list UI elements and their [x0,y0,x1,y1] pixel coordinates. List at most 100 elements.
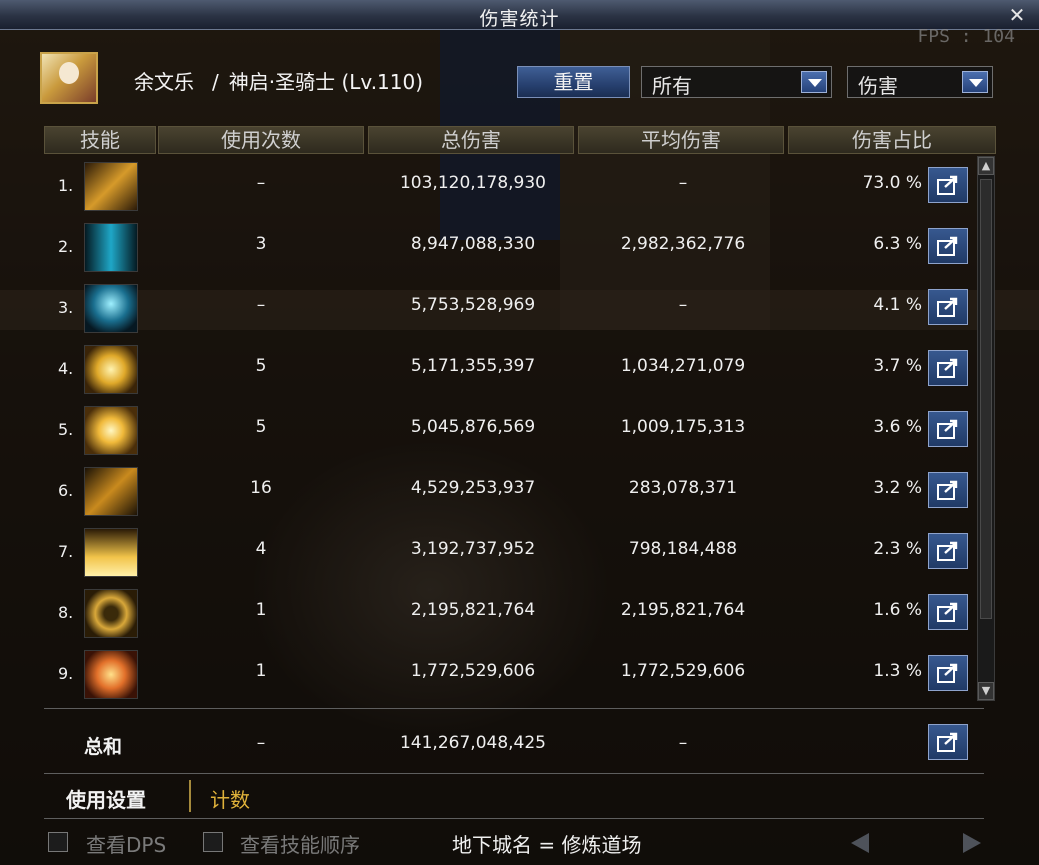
table-row: 5. 5 5,045,876,569 1,009,175,313 3.6 % [44,400,974,461]
holy-cross-skill-icon [84,406,138,455]
use-count: 1 [255,661,267,681]
next-arrow-icon[interactable] [955,830,989,856]
total-damage: 3,192,737,952 [410,539,536,559]
damage-share: 1.3 % [873,661,922,681]
avg-damage: 1,034,271,079 [620,356,746,376]
reset-button[interactable]: 重置 [517,66,630,98]
column-header-count[interactable]: 使用次数 [158,126,364,154]
share-icon[interactable] [928,472,968,508]
table-row: 7. 4 3,192,737,952 798,184,488 2.3 % [44,522,974,583]
golden-shield-skill-icon [84,589,138,638]
scroll-thumb[interactable] [980,179,992,619]
row-index: 9. [58,664,74,683]
damage-share: 3.6 % [873,417,922,437]
column-header-skill[interactable]: 技能 [44,126,156,154]
total-damage: 5,045,876,569 [410,417,536,437]
row-index: 5. [58,420,74,439]
avatar [40,52,98,104]
tab-usage-settings[interactable]: 使用设置 [66,784,146,813]
divider [44,773,984,774]
damage-share: 6.3 % [873,234,922,254]
blue-lightning-skill-icon [84,284,138,333]
metric-dropdown[interactable]: 伤害 [847,66,993,98]
share-icon[interactable] [928,533,968,569]
window-title: 伤害统计 [479,8,560,30]
view-skill-order-checkbox[interactable] [203,832,223,852]
row-index: 2. [58,237,74,256]
row-index: 8. [58,603,74,622]
table-row: 4. 5 5,171,355,397 1,034,271,079 3.7 % [44,339,974,400]
total-damage: 5,171,355,397 [410,356,536,376]
damage-share: 3.2 % [873,478,922,498]
table-row: 3. – 5,753,528,969 – 4.1 % [44,278,974,339]
total-count: – [256,733,266,753]
prev-arrow-icon[interactable] [845,830,879,856]
total-damage-sum: 141,267,048,425 [399,733,546,753]
avg-damage: – [678,173,688,193]
divider [44,818,984,819]
player-name: 余文乐 [134,70,194,94]
filter-dropdown-value: 所有 [652,74,692,98]
column-header-pct[interactable]: 伤害占比 [788,126,996,154]
row-index: 4. [58,359,74,378]
share-icon[interactable] [928,655,968,691]
damage-share: 73.0 % [862,173,922,193]
total-damage: 2,195,821,764 [410,600,536,620]
share-icon[interactable] [928,228,968,264]
player-job-level: 神启·圣骑士 (Lv.110) [228,70,424,94]
table-row: 6. 16 4,529,253,937 283,078,371 3.2 % [44,461,974,522]
title-bar[interactable]: 伤害统计 ✕ [0,0,1039,30]
use-count: 5 [255,417,267,437]
filter-dropdown[interactable]: 所有 [641,66,832,98]
avg-damage: 283,078,371 [628,478,738,498]
chevron-down-icon[interactable] [962,71,988,93]
table-row: 8. 1 2,195,821,764 2,195,821,764 1.6 % [44,583,974,644]
avg-damage: 798,184,488 [628,539,738,559]
share-icon[interactable] [928,167,968,203]
use-count: 5 [255,356,267,376]
name-separator: / [212,70,219,94]
damage-stats-window: 伤害统计 ✕ FPS : 104 余文乐 / 神启·圣骑士 (Lv.110) 重置 … [0,0,1039,865]
scroll-down-icon[interactable]: ▼ [978,682,994,700]
scrollbar[interactable]: ▲ ▼ [977,156,995,701]
row-index: 6. [58,481,74,500]
avg-damage: 2,195,821,764 [620,600,746,620]
scroll-up-icon[interactable]: ▲ [978,157,994,175]
tab-count[interactable]: 计数 [210,784,250,813]
total-avg: – [678,733,688,753]
share-icon[interactable] [928,350,968,386]
column-header-total[interactable]: 总伤害 [368,126,574,154]
fps-counter: FPS : 104 [917,26,1015,47]
close-icon[interactable]: ✕ [1005,3,1029,27]
light-beam-skill-icon [84,528,138,577]
view-dps-checkbox[interactable] [48,832,68,852]
table-row: 2. 3 8,947,088,330 2,982,362,776 6.3 % [44,217,974,278]
use-count: 1 [255,600,267,620]
blue-pillar-skill-icon [84,223,138,272]
share-icon[interactable] [928,289,968,325]
total-damage: 5,753,528,969 [410,295,536,315]
chevron-down-icon[interactable] [801,71,827,93]
share-icon[interactable] [928,724,968,760]
avg-damage: – [678,295,688,315]
skill-table: 1. – 103,120,178,930 – 73.0 % 2. 3 8,947… [44,156,974,704]
divider [44,708,984,709]
column-header-avg[interactable]: 平均伤害 [578,126,784,154]
table-row: 1. – 103,120,178,930 – 73.0 % [44,156,974,217]
golden-cross-burst-skill-icon [84,345,138,394]
total-damage: 8,947,088,330 [410,234,536,254]
row-index: 7. [58,542,74,561]
use-count: 3 [255,234,267,254]
damage-share: 1.6 % [873,600,922,620]
tab-separator [189,780,191,812]
table-row: 9. 1 1,772,529,606 1,772,529,606 1.3 % [44,644,974,705]
share-icon[interactable] [928,411,968,447]
total-row: 总和 – 141,267,048,425 – [44,712,974,772]
use-count: 16 [250,478,272,498]
use-count: 4 [255,539,267,559]
total-damage: 103,120,178,930 [399,173,546,193]
sun-burst-skill-icon [84,650,138,699]
share-icon[interactable] [928,594,968,630]
damage-share: 3.7 % [873,356,922,376]
avg-damage: 2,982,362,776 [620,234,746,254]
